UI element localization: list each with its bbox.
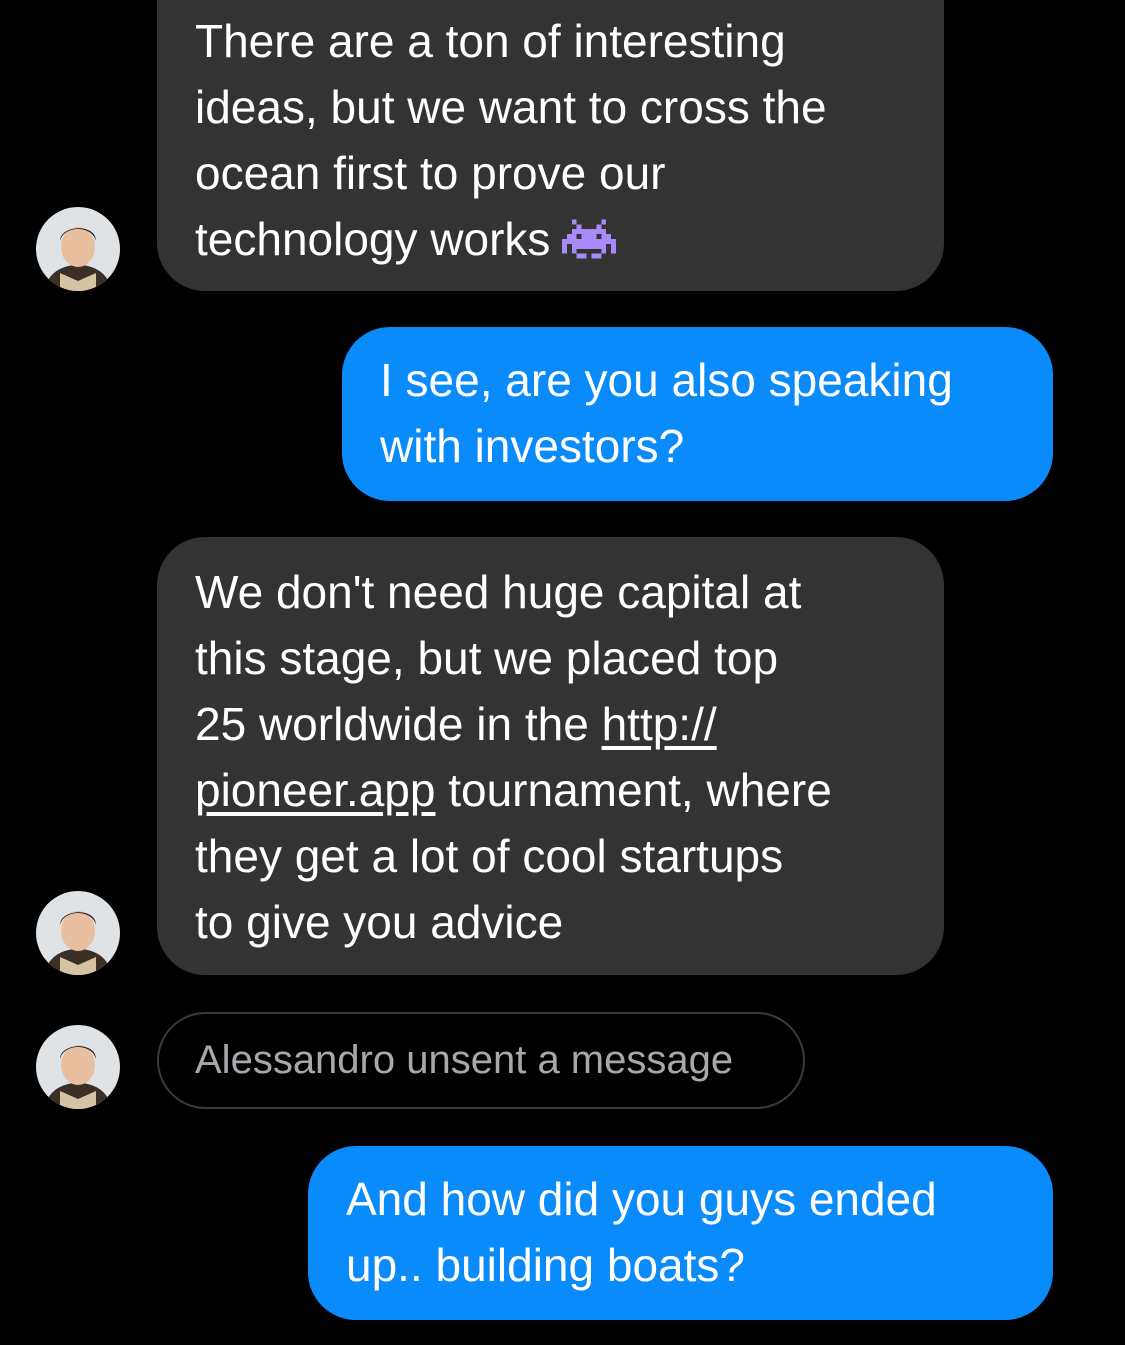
message-line: There are a ton of interesting <box>195 15 786 67</box>
message-bubble-outgoing[interactable]: I see, are you also speaking with invest… <box>342 327 1053 501</box>
avatar[interactable] <box>36 1025 120 1109</box>
message-line: this stage, but we placed top <box>195 632 779 684</box>
avatar[interactable] <box>36 207 120 291</box>
avatar-image <box>36 891 120 975</box>
message-line: And how did you guys ended <box>346 1173 937 1225</box>
message-line: I see, are you also speaking <box>380 354 953 406</box>
message-text: tournament, where <box>435 764 832 816</box>
alien-monster-icon <box>562 212 617 278</box>
message-line: We don't need huge capital at <box>195 566 802 618</box>
avatar[interactable] <box>36 891 120 975</box>
message-line: ideas, but we want to cross the <box>195 81 827 133</box>
message-bubble-incoming[interactable]: There are a ton of interesting ideas, bu… <box>157 0 944 291</box>
message-bubble-incoming[interactable]: We don't need huge capital at this stage… <box>157 537 944 975</box>
message-line: with investors? <box>380 420 685 472</box>
message-text: technology works <box>195 213 551 265</box>
unsent-message-notice: Alessandro unsent a message <box>157 1012 805 1109</box>
avatar-image <box>36 207 120 291</box>
message-bubble-outgoing[interactable]: And how did you guys ended up.. building… <box>308 1146 1053 1320</box>
message-line: technology works <box>195 206 906 278</box>
pioneer-link[interactable]: pioneer.app <box>195 764 435 816</box>
message-line: 25 worldwide in the http:// <box>195 691 906 757</box>
message-text: 25 worldwide in the <box>195 698 602 750</box>
message-line: up.. building boats? <box>346 1239 745 1291</box>
pioneer-link[interactable]: http:// <box>602 698 717 750</box>
message-line: to give you advice <box>195 896 564 948</box>
message-line: they get a lot of cool startups <box>195 830 784 882</box>
message-line: ocean first to prove our <box>195 147 666 199</box>
avatar-image <box>36 1025 120 1109</box>
message-line: pioneer.app tournament, where <box>195 757 906 823</box>
